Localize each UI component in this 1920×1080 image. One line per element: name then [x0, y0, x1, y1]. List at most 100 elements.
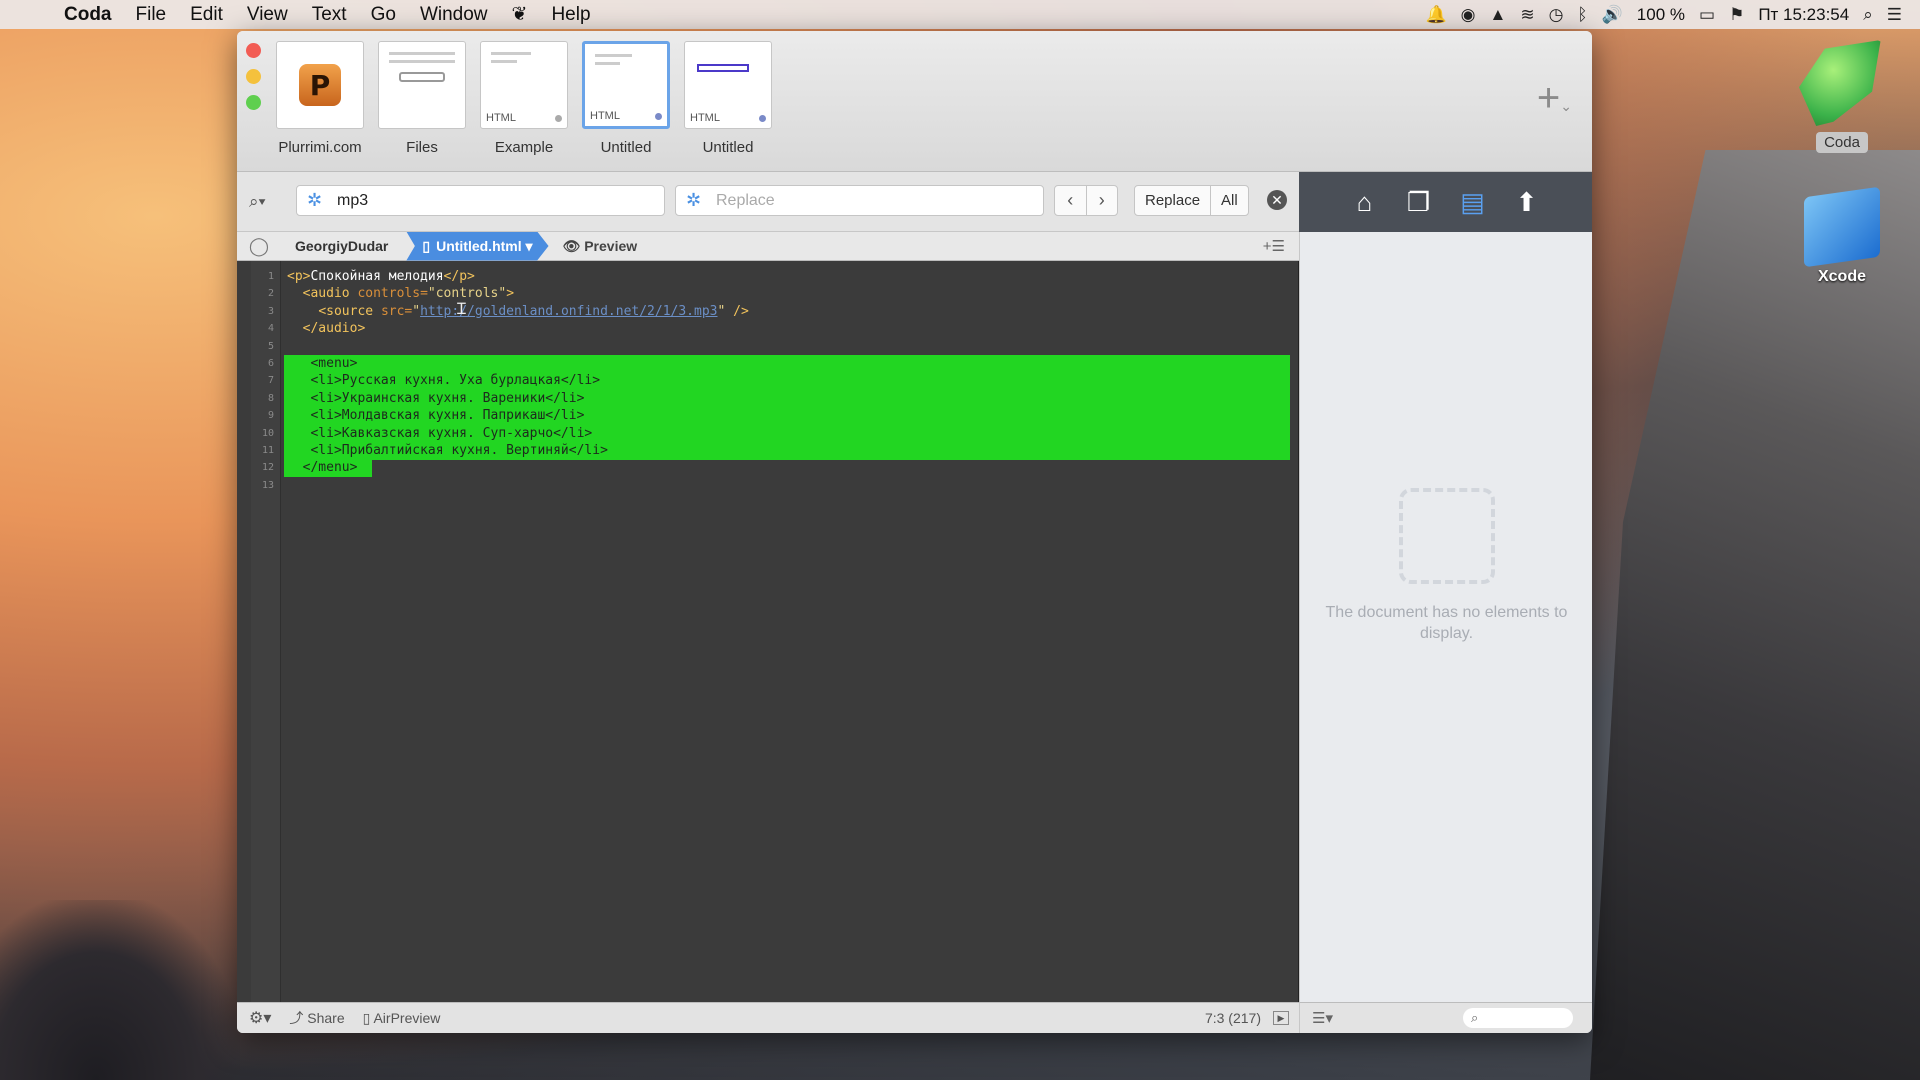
menu-view[interactable]: View	[235, 4, 300, 26]
code-token: <p>	[287, 269, 311, 284]
code-token: <audio	[302, 286, 358, 302]
code-line[interactable]: </audio>	[287, 320, 1292, 337]
breadcrumb-file[interactable]: ▯ Untitled.html ▾	[406, 231, 549, 261]
site-tab-files[interactable]: Files	[377, 41, 467, 156]
desktop-wallpaper-rock	[0, 900, 240, 1080]
menu-help[interactable]: Help	[539, 4, 602, 26]
site-tab-plurrimi[interactable]: P Plurrimi.com	[275, 41, 365, 156]
minimize-window-button[interactable]	[246, 69, 261, 84]
close-find-icon[interactable]: ✕	[1267, 190, 1287, 210]
selected-code-line[interactable]: <li>Молдавская кухня. Паприкаш</li>	[287, 407, 608, 424]
selected-code-line[interactable]: <li>Русская кухня. Уха бурлацкая</li>	[287, 372, 608, 389]
desktop-icon-coda[interactable]: Coda	[1796, 40, 1888, 153]
menu-edit[interactable]: Edit	[178, 4, 235, 26]
toggle-sidebar-icon[interactable]: ◯	[237, 236, 281, 257]
find-input[interactable]: ✲ mp3	[296, 185, 665, 216]
selected-code-lines[interactable]: <menu> <li>Русская кухня. Уха бурлацкая<…	[287, 355, 608, 477]
code-editor[interactable]: 1 2 3 4 5 6 7 8 9 10 11 12 13 <p>Спокойная мелодия</…	[237, 261, 1299, 1002]
gear-icon[interactable]: ⚙▾	[249, 1008, 271, 1028]
replace-button[interactable]: Replace	[1135, 186, 1212, 215]
play-icon[interactable]: ▶	[1273, 1011, 1289, 1025]
bluetooth-icon[interactable]: ᛒ	[1577, 5, 1587, 25]
site-thumbnail[interactable]: HTML	[480, 41, 568, 129]
site-thumbnail[interactable]	[378, 41, 466, 129]
selected-code-line[interactable]: <menu>	[287, 355, 608, 372]
code-line[interactable]	[287, 338, 1292, 355]
search-options-icon[interactable]: ⌕▾	[249, 192, 266, 212]
line-number: 6	[267, 357, 274, 369]
text-cursor-icon: Ɪ	[457, 301, 466, 318]
replace-input[interactable]: ✲ Replace	[675, 185, 1044, 216]
wifi-icon[interactable]: ≋	[1520, 5, 1534, 25]
selected-code-line[interactable]: <li>Прибалтийская кухня. Вертиняй</li>	[287, 442, 607, 459]
regex-icon[interactable]: ✲	[307, 190, 322, 211]
site-tab-untitled[interactable]: HTML Untitled	[683, 41, 773, 156]
files-icon[interactable]: ❐	[1403, 187, 1435, 218]
site-thumbnail[interactable]: HTML	[684, 41, 772, 129]
find-previous-button[interactable]: ‹	[1055, 186, 1087, 215]
input-language-flag-icon[interactable]: ⚑	[1729, 5, 1744, 25]
notification-center-icon[interactable]: ☰	[1887, 5, 1902, 25]
search-icon: ⌕	[1470, 1010, 1479, 1025]
document-outline-panel: The document has no elements to display.	[1299, 232, 1592, 1002]
home-icon[interactable]: ⌂	[1349, 187, 1381, 218]
split-view-icon[interactable]: +☰	[1263, 237, 1299, 255]
zoom-window-button[interactable]	[246, 95, 261, 110]
site-tab-label: Example	[494, 139, 554, 156]
code-token: controls=	[357, 286, 428, 302]
document-outline-icon[interactable]: ▤	[1457, 187, 1489, 218]
cursor-position[interactable]: 7:3 (217)	[1205, 1010, 1261, 1026]
site-thumbnail[interactable]: P	[276, 41, 364, 129]
editor-status-bar: ⚙▾ ⤴ Share ▯ AirPreview 7:3 (217) ▶	[237, 1002, 1299, 1033]
line-number: 11	[261, 444, 274, 456]
script-menu-icon[interactable]: ❦	[500, 3, 540, 26]
desktop-icon-xcode[interactable]: Xcode	[1796, 186, 1888, 286]
coda-leaf-icon	[1799, 40, 1881, 126]
line-number: 10	[261, 427, 274, 439]
code-line[interactable]: <source src="http://goldenland.onfind.ne…	[287, 303, 1292, 320]
site-thumbnail[interactable]: HTML	[582, 41, 670, 129]
sidebar-search-input[interactable]: ⌕	[1462, 1008, 1573, 1028]
spotlight-search-icon[interactable]: ⌕	[1863, 5, 1873, 25]
time-machine-icon[interactable]: ◷	[1549, 5, 1564, 25]
menu-window[interactable]: Window	[408, 4, 500, 26]
menu-text[interactable]: Text	[300, 4, 359, 26]
replace-all-button[interactable]: All	[1211, 186, 1248, 215]
publish-icon[interactable]: ⬆	[1511, 187, 1543, 218]
menu-app-name[interactable]: Coda	[52, 4, 124, 26]
battery-icon[interactable]: ▭	[1699, 5, 1715, 25]
selected-code-line[interactable]: <li>Украинская кухня. Вареники</li>	[287, 390, 608, 407]
site-tab-example[interactable]: HTML Example	[479, 41, 569, 156]
find-next-button[interactable]: ›	[1087, 186, 1118, 215]
menu-file[interactable]: File	[124, 4, 179, 26]
code-line[interactable]: <p>Спокойная мелодия</p>	[287, 268, 1292, 285]
desktop-icon-label: Coda	[1816, 132, 1868, 153]
desktop-icon-label: Xcode	[1817, 268, 1866, 285]
share-button[interactable]: ⤴ Share	[289, 1008, 344, 1028]
code-token: Спокойная мелодия	[310, 269, 444, 284]
line-number: 4	[267, 323, 274, 335]
battery-percentage[interactable]: 100 %	[1637, 5, 1685, 25]
volume-icon[interactable]: 🔊	[1602, 5, 1623, 25]
adobe-icon[interactable]: ▲	[1490, 5, 1507, 25]
code-line[interactable]: <audio controls="controls">	[287, 285, 1292, 302]
path-bar: ◯ GeorgiyDudar ▯ Untitled.html ▾ 👁 Previe…	[237, 231, 1299, 261]
regex-icon[interactable]: ✲	[686, 190, 701, 211]
list-options-icon[interactable]: ☰▾	[1312, 1009, 1333, 1027]
modified-dot-icon	[655, 113, 662, 120]
record-icon[interactable]: ◉	[1461, 5, 1476, 25]
menu-go[interactable]: Go	[359, 4, 408, 26]
site-tab-untitled-active[interactable]: HTML Untitled	[581, 41, 671, 156]
menu-clock[interactable]: Пт 15:23:54	[1758, 5, 1849, 25]
code-token: >	[506, 286, 515, 302]
notification-bell-icon[interactable]: 🔔	[1425, 5, 1446, 25]
selected-code-line[interactable]: </menu>	[287, 459, 608, 476]
selected-code-line[interactable]: <li>Кавказская кухня. Суп-харчо</li>	[287, 425, 608, 442]
add-site-button[interactable]: +⌄	[1537, 76, 1572, 121]
code-token: "controls"	[427, 286, 507, 302]
breadcrumb-site[interactable]: GeorgiyDudar	[281, 238, 406, 254]
airpreview-button[interactable]: ▯ AirPreview	[363, 1010, 441, 1027]
site-tab-label: Plurrimi.com	[278, 139, 362, 156]
preview-tab[interactable]: 👁 Preview	[549, 238, 656, 255]
close-window-button[interactable]	[246, 43, 261, 58]
